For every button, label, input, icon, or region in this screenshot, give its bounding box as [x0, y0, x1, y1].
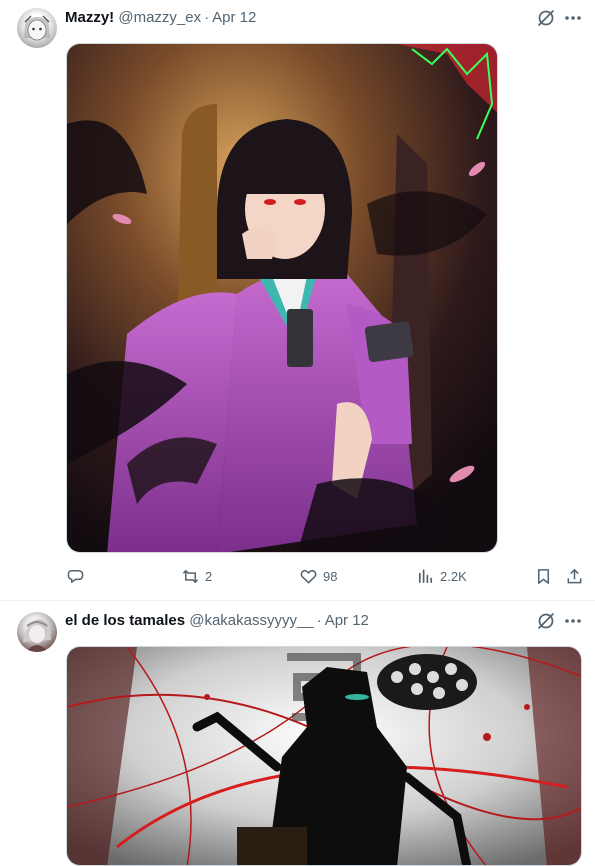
like-icon	[300, 569, 317, 583]
retweet-count: 2	[205, 568, 213, 584]
share-icon	[567, 568, 582, 583]
retweet-icon	[182, 569, 199, 583]
tweet-actions: 2 98 2.2K	[0, 565, 595, 587]
tweet-image[interactable]	[66, 43, 498, 553]
monochrome-figure-illustration	[67, 647, 581, 865]
tweet-header: el de los tamales @kakakassyyyy__ · Apr 12	[65, 611, 369, 631]
bookmark-icon	[537, 568, 550, 584]
reply-icon	[67, 569, 84, 583]
more-icon[interactable]	[563, 611, 583, 631]
timestamp[interactable]: Apr 12	[212, 9, 256, 26]
tweet-image[interactable]	[66, 646, 582, 866]
views-button[interactable]: 2.2K	[416, 565, 467, 587]
author-handle[interactable]: @mazzy_ex	[118, 9, 201, 26]
avatar-illustration	[23, 619, 51, 652]
retweet-button[interactable]: 2	[181, 565, 212, 587]
like-button[interactable]: 98	[299, 565, 337, 587]
author-handle[interactable]: @kakakassyyyy__	[189, 612, 313, 629]
separator-dot: ·	[204, 9, 210, 26]
like-count: 98	[323, 568, 338, 584]
tweet[interactable]: el de los tamales @kakakassyyyy__ · Apr 12	[0, 600, 595, 866]
bookmark-button[interactable]	[534, 565, 553, 587]
reply-button[interactable]	[66, 565, 90, 587]
anime-throne-illustration	[67, 44, 497, 552]
tweet-header: Mazzy! @mazzy_ex · Apr 12	[65, 8, 256, 28]
grok-icon[interactable]	[536, 611, 556, 631]
tweet[interactable]: Mazzy! @mazzy_ex · Apr 12 2 98 2.2K	[0, 0, 595, 601]
grok-icon[interactable]	[536, 8, 556, 28]
timestamp[interactable]: Apr 12	[325, 612, 369, 629]
views-count: 2.2K	[440, 568, 467, 584]
author-name[interactable]: el de los tamales	[65, 612, 185, 629]
avatar[interactable]	[17, 612, 57, 652]
avatar-illustration	[24, 15, 50, 41]
views-icon	[418, 568, 433, 583]
more-icon[interactable]	[563, 8, 583, 28]
author-name[interactable]: Mazzy!	[65, 9, 114, 26]
separator-dot: ·	[316, 612, 322, 629]
avatar[interactable]	[17, 8, 57, 48]
share-button[interactable]	[565, 565, 584, 587]
